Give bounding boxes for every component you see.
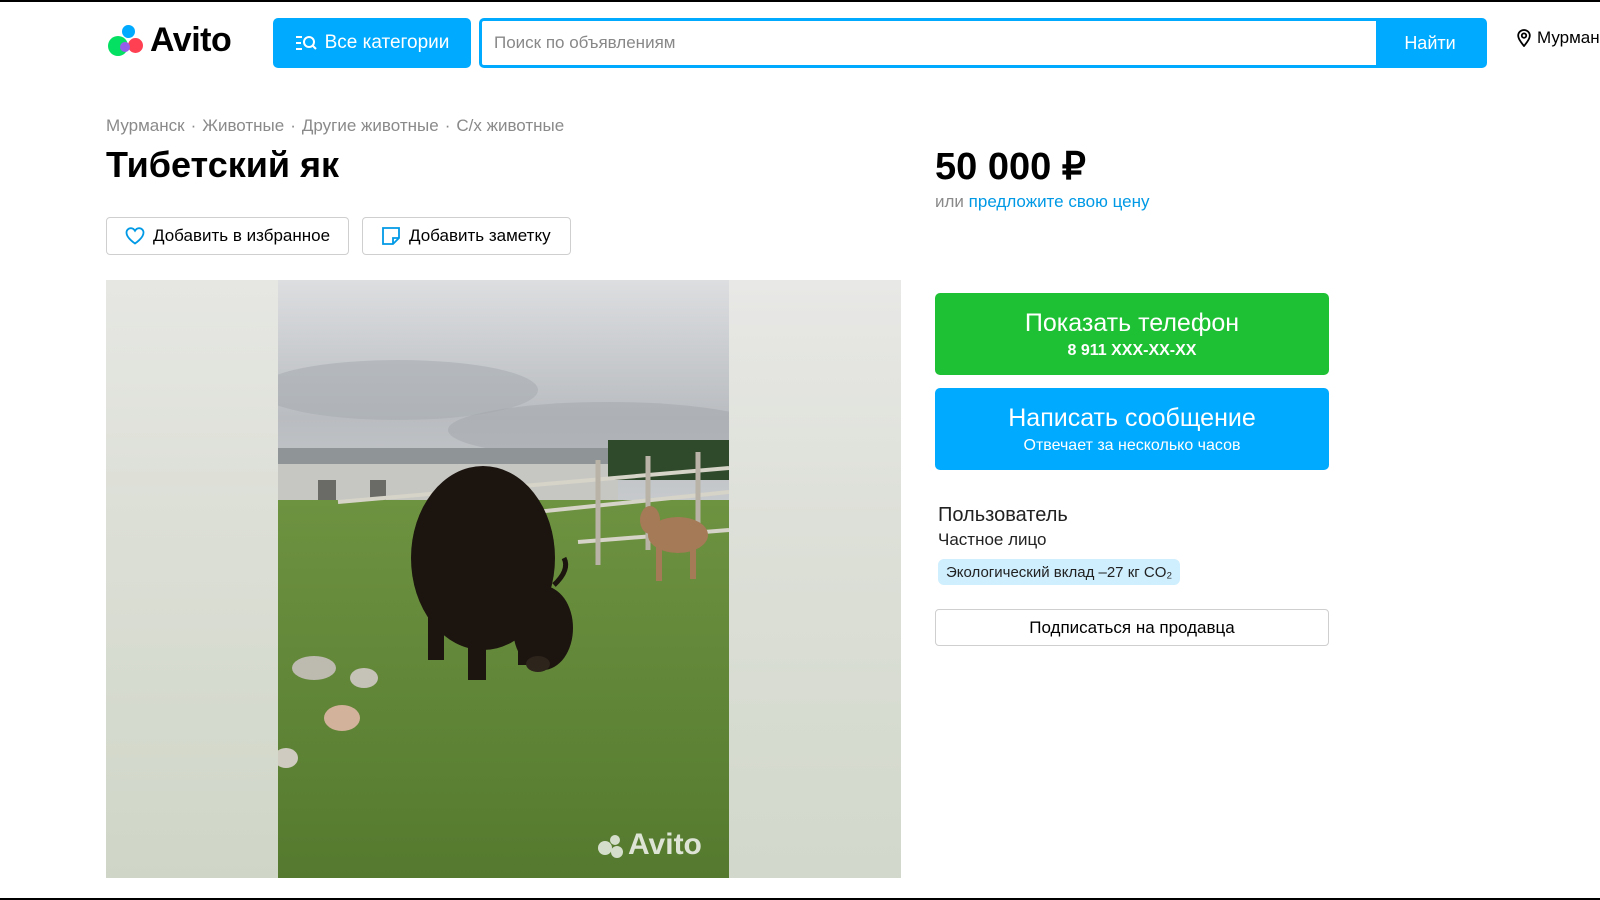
write-message-button[interactable]: Написать сообщение Отвечает за несколько…: [935, 388, 1329, 470]
location-selector[interactable]: Мурман: [1517, 28, 1600, 48]
search-input[interactable]: [482, 21, 1376, 65]
location-pin-icon: [1517, 29, 1531, 47]
photo-watermark: Avito: [628, 828, 702, 861]
breadcrumb: Мурманск · Животные · Другие животные · …: [106, 116, 564, 136]
show-phone-button[interactable]: Показать телефон 8 911 XXX-XX-XX: [935, 293, 1329, 375]
price: 50 000 ₽: [935, 146, 1086, 188]
breadcrumb-item[interactable]: Мурманск: [106, 116, 185, 136]
show-phone-label: Показать телефон: [1024, 308, 1240, 337]
response-time: Отвечает за несколько часов: [1023, 436, 1241, 454]
price-offer-line: или предложите свою цену: [935, 192, 1150, 212]
photo-gallery[interactable]: Avito: [106, 280, 901, 878]
breadcrumb-separator: ·: [444, 116, 451, 135]
add-note-button[interactable]: Добавить заметку: [362, 217, 571, 255]
listing-photo[interactable]: Avito: [278, 280, 729, 878]
all-categories-label: Все категории: [324, 32, 450, 53]
offer-price-link[interactable]: предложите свою цену: [969, 192, 1150, 211]
seller-type: Частное лицо: [938, 530, 1047, 549]
avito-logo[interactable]: Avito: [106, 20, 232, 60]
breadcrumb-item[interactable]: Другие животные: [302, 116, 439, 136]
listing-page: Avito Все категории Найти Мурман Мурманс…: [0, 2, 1600, 898]
seller-name[interactable]: Пользователь: [938, 504, 1068, 527]
logo-text: Avito: [150, 20, 232, 59]
subscribe-to-seller-button[interactable]: Подписаться на продавца: [935, 609, 1329, 646]
location-label: Мурман: [1537, 28, 1600, 47]
breadcrumb-item[interactable]: С/х животные: [456, 116, 564, 136]
search-bar: Найти: [479, 18, 1487, 68]
note-icon: [382, 227, 400, 245]
avito-logo-icon: [106, 22, 144, 58]
breadcrumb-item[interactable]: Животные: [202, 116, 284, 136]
add-to-favorites-button[interactable]: Добавить в избранное: [106, 217, 349, 255]
gallery-blur-left: [106, 280, 278, 878]
breadcrumb-separator: ·: [190, 116, 197, 135]
write-message-label: Написать сообщение: [1008, 403, 1256, 432]
note-label: Добавить заметку: [409, 226, 551, 245]
yak-photo-image: [278, 280, 729, 878]
all-categories-button[interactable]: Все категории: [273, 18, 471, 68]
heart-icon: [125, 227, 145, 245]
favorites-label: Добавить в избранное: [153, 226, 331, 245]
menu-search-icon: [295, 34, 317, 52]
gallery-blur-right: [729, 280, 901, 878]
listing-title: Тибетский як: [106, 144, 340, 185]
masked-phone-number: 8 911 XXX-XX-XX: [1067, 341, 1197, 359]
breadcrumb-separator: ·: [290, 116, 296, 135]
search-button[interactable]: Найти: [1376, 21, 1484, 65]
eco-contribution-badge: Экологический вклад –27 кг CO₂: [938, 559, 1181, 585]
price-prefix: или: [935, 192, 964, 211]
